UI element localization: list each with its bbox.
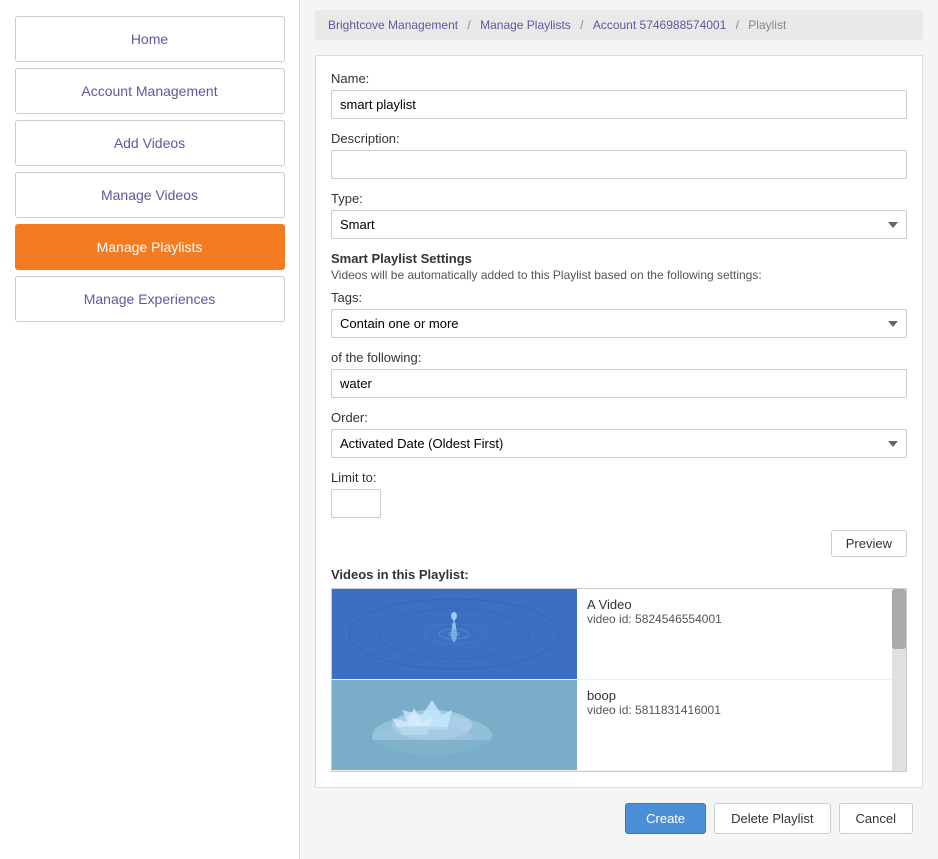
sidebar-item-home[interactable]: Home: [15, 16, 285, 62]
breadcrumb-item-2[interactable]: Manage Playlists: [480, 18, 571, 32]
description-input[interactable]: [331, 150, 907, 179]
sidebar: Home Account Management Add Videos Manag…: [0, 0, 300, 859]
order-label: Order:: [331, 410, 907, 425]
video-item-0: A Video video id: 5824546554001: [332, 589, 906, 680]
smart-settings-header: Smart Playlist Settings: [331, 251, 907, 266]
type-select[interactable]: Smart Manual: [331, 210, 907, 239]
description-label: Description:: [331, 131, 907, 146]
description-group: Description:: [331, 131, 907, 179]
preview-row: Preview: [331, 530, 907, 557]
type-label: Type:: [331, 191, 907, 206]
smart-settings-sub: Videos will be automatically added to th…: [331, 268, 907, 282]
sidebar-item-account-management[interactable]: Account Management: [15, 68, 285, 114]
name-input[interactable]: [331, 90, 907, 119]
tags-label: Tags:: [331, 290, 907, 305]
breadcrumb-separator-2: /: [580, 18, 587, 32]
videos-label: Videos in this Playlist:: [331, 567, 907, 582]
sidebar-item-manage-playlists[interactable]: Manage Playlists: [15, 224, 285, 270]
videos-container[interactable]: A Video video id: 5824546554001: [331, 588, 907, 772]
limit-label: Limit to:: [331, 470, 907, 485]
video-thumb-1: [332, 680, 577, 770]
sidebar-item-manage-videos[interactable]: Manage Videos: [15, 172, 285, 218]
smart-settings-section: Smart Playlist Settings Videos will be a…: [331, 251, 907, 518]
footer-buttons: Create Delete Playlist Cancel: [315, 788, 923, 849]
preview-button[interactable]: Preview: [831, 530, 907, 557]
of-following-group: of the following:: [331, 350, 907, 398]
of-following-label: of the following:: [331, 350, 907, 365]
type-group: Type: Smart Manual: [331, 191, 907, 239]
breadcrumb-separator-3: /: [736, 18, 743, 32]
of-following-input[interactable]: [331, 369, 907, 398]
video-title-0: A Video: [587, 597, 896, 612]
video-info-1: boop video id: 5811831416001: [577, 680, 906, 770]
order-select[interactable]: Activated Date (Oldest First) Activated …: [331, 429, 907, 458]
video-id-0: video id: 5824546554001: [587, 612, 896, 626]
sidebar-item-add-videos[interactable]: Add Videos: [15, 120, 285, 166]
name-group: Name:: [331, 71, 907, 119]
breadcrumb-separator-1: /: [467, 18, 474, 32]
tags-select[interactable]: Contain one or more Contain all: [331, 309, 907, 338]
limit-group: Limit to:: [331, 470, 907, 518]
name-label: Name:: [331, 71, 907, 86]
scrollbar-thumb[interactable]: [892, 589, 906, 649]
order-group: Order: Activated Date (Oldest First) Act…: [331, 410, 907, 458]
breadcrumb-item-3[interactable]: Account 5746988574001: [593, 18, 726, 32]
video-thumb-0: [332, 589, 577, 679]
video-id-1: video id: 5811831416001: [587, 703, 896, 717]
scrollbar-track: [892, 589, 906, 771]
playlist-form: Name: Description: Type: Smart Manual Sm…: [315, 55, 923, 788]
video-title-1: boop: [587, 688, 896, 703]
breadcrumb-item-4: Playlist: [748, 18, 786, 32]
main-content: Brightcove Management / Manage Playlists…: [300, 0, 938, 859]
breadcrumb-item-1[interactable]: Brightcove Management: [328, 18, 458, 32]
limit-input[interactable]: [331, 489, 381, 518]
breadcrumb: Brightcove Management / Manage Playlists…: [315, 10, 923, 40]
sidebar-item-manage-experiences[interactable]: Manage Experiences: [15, 276, 285, 322]
video-item-1: boop video id: 5811831416001: [332, 680, 906, 771]
video-info-0: A Video video id: 5824546554001: [577, 589, 906, 679]
videos-section: Videos in this Playlist:: [331, 567, 907, 772]
tags-group: Tags: Contain one or more Contain all: [331, 290, 907, 338]
